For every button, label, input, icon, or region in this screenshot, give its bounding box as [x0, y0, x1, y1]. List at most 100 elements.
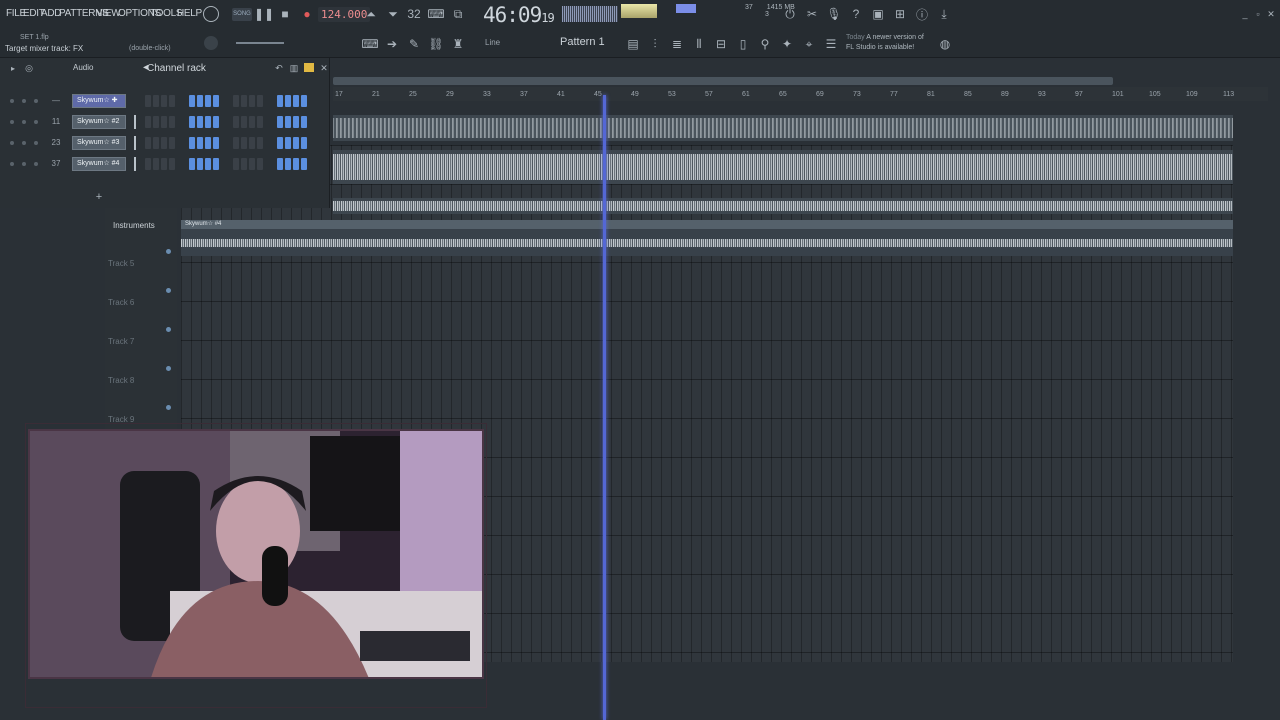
arrow-right-icon[interactable]: ➔ [383, 35, 401, 53]
channel-pan-knob[interactable] [22, 120, 26, 124]
power-icon[interactable]: ⏻ [781, 5, 799, 23]
channel-rack-icon[interactable]: ⫶ [646, 35, 664, 53]
channel-volume-knob[interactable] [34, 99, 38, 103]
rack-close-icon[interactable]: ✕ [315, 59, 333, 77]
stop-icon[interactable]: ■ [276, 5, 294, 23]
step-button[interactable] [277, 95, 283, 107]
step-button[interactable] [213, 116, 219, 128]
pattern-selector[interactable]: Pattern 1 [560, 36, 605, 48]
step-button[interactable] [285, 158, 291, 170]
step-button[interactable] [161, 158, 167, 170]
channel-filter[interactable]: Audio [73, 63, 93, 72]
step-button[interactable] [197, 116, 203, 128]
online-icon[interactable]: ◍ [936, 35, 954, 53]
channel-pan-knob[interactable] [22, 141, 26, 145]
channel-select-indicator[interactable] [134, 136, 136, 150]
step-button[interactable] [257, 158, 263, 170]
playlist-horizontal-scrollbar[interactable] [333, 77, 1113, 85]
channel-mixer-number[interactable]: 23 [48, 138, 64, 147]
channel-volume-knob[interactable] [34, 141, 38, 145]
blend-icon[interactable]: ⧉ [449, 5, 467, 23]
step-button[interactable] [213, 158, 219, 170]
step-button[interactable] [145, 95, 151, 107]
step-button[interactable] [301, 95, 307, 107]
step-button[interactable] [285, 116, 291, 128]
step-button[interactable] [301, 158, 307, 170]
piano-icon[interactable]: ≣ [668, 35, 686, 53]
channel-name-button[interactable]: Skywum☆ #4 [72, 157, 126, 171]
step-button[interactable] [241, 137, 247, 149]
main-volume-knob[interactable] [204, 36, 218, 50]
track-label-6[interactable]: Track 6 [108, 298, 134, 307]
track-label-8[interactable]: Track 8 [108, 376, 134, 385]
step-button[interactable] [249, 137, 255, 149]
channel-volume-knob[interactable] [34, 162, 38, 166]
step-button[interactable] [205, 158, 211, 170]
track-6-dot[interactable] [166, 327, 171, 332]
step-edit-icon[interactable]: ⌨ [427, 5, 445, 23]
mixer-icon[interactable]: ⊞ [891, 5, 909, 23]
wait-icon[interactable]: ⏷ [384, 5, 402, 23]
step-button[interactable] [169, 95, 175, 107]
audio-clip-2[interactable] [333, 150, 1233, 184]
add-channel-icon[interactable]: + [90, 188, 108, 206]
graph-icon[interactable]: ▥ [285, 59, 303, 77]
step-button[interactable] [153, 95, 159, 107]
step-button[interactable] [249, 116, 255, 128]
step-button[interactable] [161, 95, 167, 107]
timeline-ruler[interactable]: 17 21 25 29 33 37 41 45 49 53 57 61 65 69 73 77 81 85 89 93… [333, 87, 1268, 101]
step-button[interactable] [241, 158, 247, 170]
song-time-display[interactable]: 46:0919 [483, 3, 555, 27]
browser-icon[interactable]: ⊟ [712, 35, 730, 53]
stamp-icon[interactable]: ♜ [449, 35, 467, 53]
help-icon[interactable]: ? [847, 5, 865, 23]
step-button[interactable] [161, 137, 167, 149]
microphone-icon[interactable]: 🎙 [825, 5, 843, 23]
step-button[interactable] [161, 116, 167, 128]
step-button[interactable] [285, 95, 291, 107]
step-button[interactable] [169, 137, 175, 149]
track-5-dot[interactable] [166, 288, 171, 293]
step-button[interactable] [257, 137, 263, 149]
step-button[interactable] [293, 95, 299, 107]
step-button[interactable] [233, 116, 239, 128]
step-button[interactable] [293, 116, 299, 128]
playhead[interactable] [603, 95, 606, 720]
step-button[interactable] [233, 137, 239, 149]
audio-clip-4[interactable]: Skywum☆ #4 [181, 220, 1233, 256]
track-8-dot[interactable] [166, 405, 171, 410]
template-icon[interactable]: ☰ [822, 35, 840, 53]
step-button[interactable] [189, 116, 195, 128]
step-button[interactable] [205, 116, 211, 128]
channel-mute-led[interactable] [10, 120, 14, 124]
channel-name-button[interactable]: Skywum☆ #2 [72, 115, 126, 129]
channel-volume-knob[interactable] [34, 120, 38, 124]
save-icon[interactable]: ▣ [869, 5, 887, 23]
track-label-5[interactable]: Track 5 [108, 259, 134, 268]
step-button[interactable] [257, 116, 263, 128]
marker-icon[interactable]: ⌖ [800, 35, 818, 53]
step-button[interactable] [241, 116, 247, 128]
step-button[interactable] [145, 158, 151, 170]
channel-name-button[interactable]: Skywum☆ #3 [72, 136, 126, 150]
step-button[interactable] [277, 137, 283, 149]
channel-mixer-number[interactable]: — [48, 96, 64, 105]
step-button[interactable] [213, 95, 219, 107]
record-mode-icon[interactable] [203, 6, 219, 22]
channel-select-indicator[interactable] [134, 157, 136, 171]
instruments-track-label[interactable]: Instruments [113, 221, 155, 230]
track-7-dot[interactable] [166, 366, 171, 371]
main-pitch-slider[interactable] [236, 42, 284, 44]
snap-selector[interactable]: Line [485, 38, 500, 47]
download-icon[interactable]: ⤓ [935, 5, 953, 23]
step-button[interactable] [145, 116, 151, 128]
tool-icon[interactable]: ✦ [778, 35, 796, 53]
step-button[interactable] [249, 158, 255, 170]
step-button[interactable] [197, 137, 203, 149]
step-button[interactable] [153, 158, 159, 170]
step-button[interactable] [233, 95, 239, 107]
channel-mute-led[interactable] [10, 162, 14, 166]
step-button[interactable] [277, 158, 283, 170]
step-button[interactable] [197, 158, 203, 170]
track-3-dot[interactable] [166, 249, 171, 254]
